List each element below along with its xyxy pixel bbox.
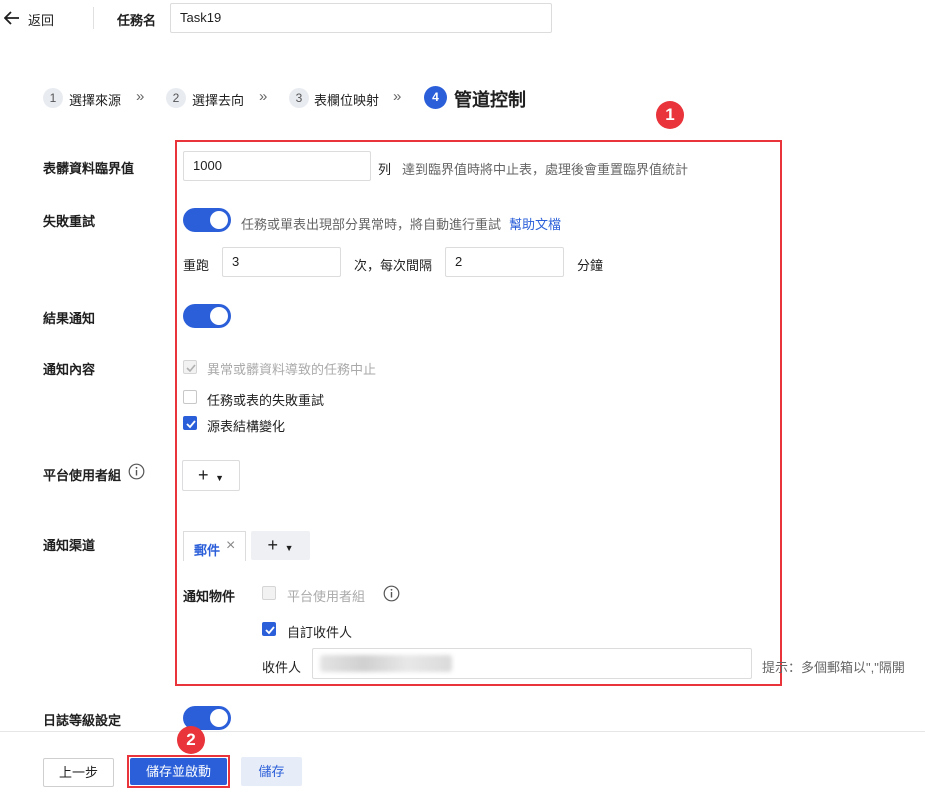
- recipient-hint: 提示：多個郵箱以","隔開: [762, 660, 905, 675]
- step-3-label: 表欄位映射: [314, 93, 380, 108]
- annotation-badge-1: 1: [656, 101, 684, 129]
- content-option-1-label: 異常或髒資料導致的任務中止: [207, 362, 377, 377]
- notify-toggle[interactable]: [183, 304, 231, 328]
- content-label: 通知內容: [43, 362, 96, 377]
- arrow-left-icon: [4, 11, 19, 25]
- save-button[interactable]: 儲存: [241, 757, 302, 786]
- caret-down-icon: ▼: [284, 543, 294, 553]
- channel-label: 通知渠道: [43, 538, 96, 553]
- retry-times-label: 重跑: [183, 258, 210, 273]
- plus-icon: +: [197, 465, 209, 485]
- step-4-label: 管道控制: [454, 90, 526, 110]
- save-and-start-button[interactable]: 儲存並啟動: [130, 758, 227, 785]
- group-add-button[interactable]: + ▼: [182, 460, 240, 491]
- recipient-label: 收件人: [262, 660, 302, 675]
- info-icon[interactable]: [383, 585, 400, 602]
- retry-label: 失敗重試: [43, 214, 96, 229]
- threshold-unit: 列: [378, 162, 392, 177]
- content-option-1-checkbox: [183, 360, 197, 374]
- info-icon[interactable]: [128, 463, 145, 480]
- close-icon[interactable]: ×: [226, 537, 235, 555]
- step-1-number: 1: [43, 88, 63, 108]
- retry-toggle[interactable]: [183, 208, 231, 232]
- log-label: 日誌等級設定: [43, 713, 122, 728]
- channel-tag-email[interactable]: 郵件 ×: [183, 531, 246, 561]
- threshold-hint: 達到臨界值時將中止表，處理後會重置臨界值統計: [402, 162, 689, 177]
- platform-group-checkbox: [262, 586, 276, 600]
- chevron-double-icon: »: [259, 88, 268, 105]
- recipient-obj-label: 通知物件: [183, 589, 236, 604]
- plus-icon: +: [267, 535, 278, 555]
- step-2-number: 2: [166, 88, 186, 108]
- footer-divider: [0, 731, 925, 732]
- step-1-label: 選擇來源: [69, 93, 122, 108]
- task-name-input[interactable]: Task19: [170, 3, 552, 33]
- content-option-3-checkbox[interactable]: [183, 416, 197, 430]
- prev-button[interactable]: 上一步: [43, 758, 114, 787]
- threshold-label: 表髒資料臨界值: [43, 161, 135, 176]
- chevron-double-icon: »: [393, 88, 402, 105]
- chevron-double-icon: »: [136, 88, 145, 105]
- step-2-label: 選擇去向: [192, 93, 245, 108]
- content-option-3-label[interactable]: 源表結構變化: [207, 416, 285, 435]
- retry-interval-input[interactable]: 2: [445, 247, 564, 277]
- step-3-number: 3: [289, 88, 309, 108]
- channel-tag-label: 郵件: [194, 543, 221, 558]
- group-label: 平台使用者組: [43, 468, 122, 483]
- custom-recipient-checkbox[interactable]: [262, 622, 276, 636]
- recipient-blurred-value: [320, 655, 452, 672]
- retry-interval-unit: 分鐘: [577, 258, 604, 273]
- retry-times-input[interactable]: 3: [222, 247, 341, 277]
- custom-recipient-label[interactable]: 自訂收件人: [287, 622, 352, 641]
- retry-desc: 任務或單表出現部分異常時，將自動進行重試: [241, 217, 502, 232]
- notify-label: 結果通知: [43, 311, 96, 326]
- back-label: 返回: [28, 13, 55, 28]
- content-option-2-label[interactable]: 任務或表的失敗重試: [207, 390, 324, 409]
- header-divider: [93, 7, 94, 29]
- content-option-2-checkbox[interactable]: [183, 390, 197, 404]
- platform-group-label: 平台使用者組: [287, 589, 366, 604]
- retry-interval-label: 次，每次間隔: [354, 258, 433, 273]
- task-name-label: 任務名: [117, 13, 157, 28]
- annotation-badge-2: 2: [177, 726, 205, 754]
- step-4-number: 4: [424, 86, 447, 109]
- retry-help-link[interactable]: 幫助文檔: [509, 214, 561, 233]
- channel-add-button[interactable]: + ▼: [251, 531, 310, 560]
- caret-down-icon: ▼: [215, 473, 225, 483]
- threshold-input[interactable]: 1000: [183, 151, 371, 181]
